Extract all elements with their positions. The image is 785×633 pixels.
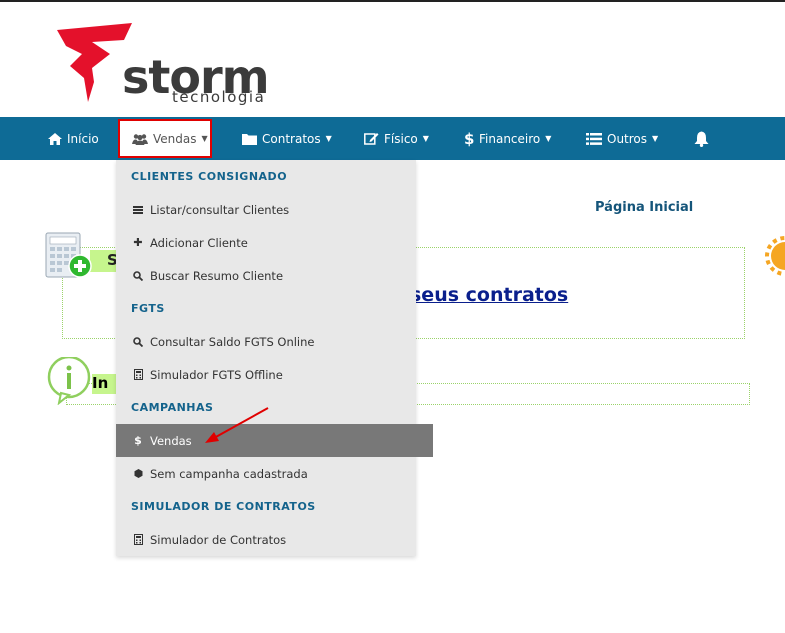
nav-inicio-label: Início xyxy=(67,131,99,146)
menu-item-buscar-resumo[interactable]: Buscar Resumo Cliente xyxy=(116,259,433,292)
top-border xyxy=(0,0,785,2)
users-icon xyxy=(132,133,148,145)
bell-icon xyxy=(694,131,709,147)
list-icon xyxy=(586,132,602,145)
nav-contratos-label: Contratos xyxy=(262,131,321,146)
menu-item-label: Adicionar Cliente xyxy=(150,235,248,250)
list-icon xyxy=(133,205,143,214)
menu-item-sem-campanha[interactable]: Sem campanha cadastrada xyxy=(116,457,433,490)
page-title: Página Inicial xyxy=(595,200,694,215)
dropdown-header-simulador: SIMULADOR DE CONTRATOS xyxy=(131,500,316,513)
vendas-dropdown-menu: CLIENTES CONSIGNADO Listar/consultar Cli… xyxy=(116,160,433,556)
nav-contratos[interactable]: Contratos ▼ xyxy=(242,117,332,160)
caret-down-icon: ▼ xyxy=(325,134,332,143)
dollar-icon: $ xyxy=(464,129,475,148)
dropdown-header-fgts: FGTS xyxy=(131,302,165,315)
storm-logo[interactable]: storm tecnologia xyxy=(52,20,282,110)
menu-item-consultar-saldo-fgts[interactable]: Consultar Saldo FGTS Online xyxy=(116,325,433,358)
nav-outros[interactable]: Outros ▼ xyxy=(586,117,658,160)
folder-icon xyxy=(242,133,257,145)
search-icon xyxy=(133,270,143,281)
menu-item-adicionar-cliente[interactable]: ✚ Adicionar Cliente xyxy=(116,226,433,259)
menu-item-label: Buscar Resumo Cliente xyxy=(150,268,284,283)
menu-item-label: Simulador de Contratos xyxy=(150,532,287,547)
caret-down-icon: ▼ xyxy=(422,134,429,143)
nav-vendas-label: Vendas xyxy=(153,131,197,146)
notifications-button[interactable] xyxy=(694,117,709,160)
nav-financeiro[interactable]: $ Financeiro ▼ xyxy=(464,117,551,160)
gear-icon xyxy=(765,236,785,280)
contracts-link[interactable]: seus contratos xyxy=(410,284,568,306)
menu-item-label: Listar/consultar Clientes xyxy=(150,202,290,217)
caret-down-icon: ▼ xyxy=(201,134,208,143)
dropdown-header-clientes: CLIENTES CONSIGNADO xyxy=(131,170,288,183)
nav-financeiro-label: Financeiro xyxy=(479,131,541,146)
menu-item-label: Sem campanha cadastrada xyxy=(150,466,308,481)
menu-item-simulador-contratos[interactable]: Simulador de Contratos xyxy=(116,523,433,556)
calculator-icon xyxy=(133,369,143,380)
edit-icon xyxy=(364,133,379,145)
nav-fisico[interactable]: Físico ▼ xyxy=(364,117,429,160)
info-icon xyxy=(47,355,95,409)
caret-down-icon: ▼ xyxy=(652,134,659,143)
search-icon xyxy=(133,336,143,347)
logo-subtitle: tecnologia xyxy=(172,88,266,106)
home-icon xyxy=(48,132,62,145)
menu-item-label: Consultar Saldo FGTS Online xyxy=(150,334,315,349)
plus-icon: ✚ xyxy=(133,236,143,249)
nav-vendas[interactable]: Vendas ▼ xyxy=(132,117,208,160)
dollar-icon: $ xyxy=(134,434,142,447)
caret-down-icon: ▼ xyxy=(545,134,552,143)
nav-inicio[interactable]: Início xyxy=(48,117,99,160)
annotation-arrow-icon xyxy=(205,407,269,443)
storm-logo-mark-icon xyxy=(57,23,132,102)
info-panel-header: In xyxy=(92,374,118,394)
nav-outros-label: Outros xyxy=(607,131,648,146)
calculator-add-icon xyxy=(45,232,93,284)
menu-item-simulador-fgts[interactable]: Simulador FGTS Offline xyxy=(116,358,433,391)
menu-item-label: Vendas xyxy=(150,433,192,448)
nav-fisico-label: Físico xyxy=(384,131,418,146)
menu-item-label: Simulador FGTS Offline xyxy=(150,367,283,382)
menu-item-listar-clientes[interactable]: Listar/consultar Clientes xyxy=(116,193,433,226)
circle-icon xyxy=(133,469,143,478)
calculator-icon xyxy=(133,534,143,545)
